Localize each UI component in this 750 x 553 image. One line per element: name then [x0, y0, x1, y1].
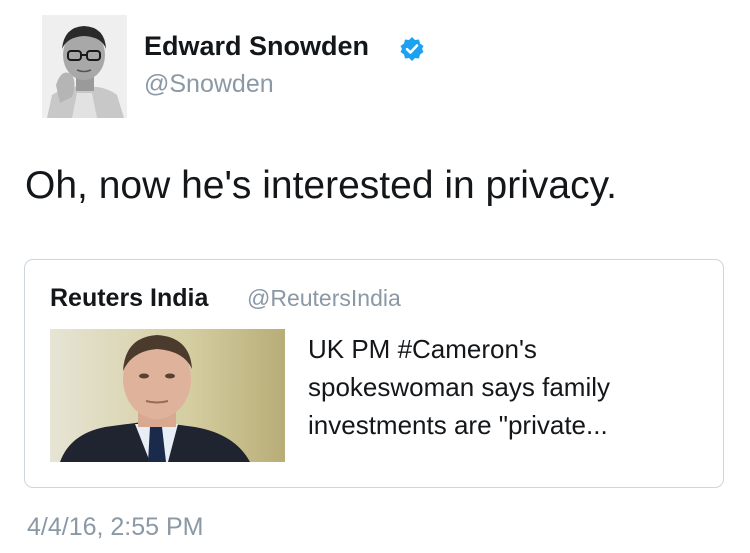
- tweet-timestamp[interactable]: 4/4/16, 2:55 PM: [27, 515, 204, 540]
- quoted-tweet-text-line: investments are "private...: [308, 410, 608, 440]
- person-portrait-icon: [42, 15, 127, 118]
- quoted-tweet-text-line: UK PM #Cameron's: [308, 334, 537, 364]
- quoted-tweet-text: UK PM #Cameron's spokeswoman says family…: [308, 330, 708, 444]
- quoted-author-name: Reuters India: [50, 284, 209, 312]
- man-in-suit-photo: [50, 329, 285, 462]
- quoted-tweet-text-line: spokeswoman says family: [308, 372, 610, 402]
- verified-badge-icon: [400, 37, 424, 61]
- quoted-tweet-card[interactable]: Reuters India @ReutersIndia UK PM #Camer…: [24, 259, 724, 488]
- author-handle[interactable]: @Snowden: [144, 72, 274, 97]
- quoted-author-handle: @ReutersIndia: [247, 285, 401, 311]
- author-name[interactable]: Edward Snowden: [144, 33, 369, 60]
- author-avatar[interactable]: [42, 15, 127, 118]
- quoted-tweet-image[interactable]: [50, 329, 285, 462]
- tweet-text: Oh, now he's interested in privacy.: [25, 164, 618, 207]
